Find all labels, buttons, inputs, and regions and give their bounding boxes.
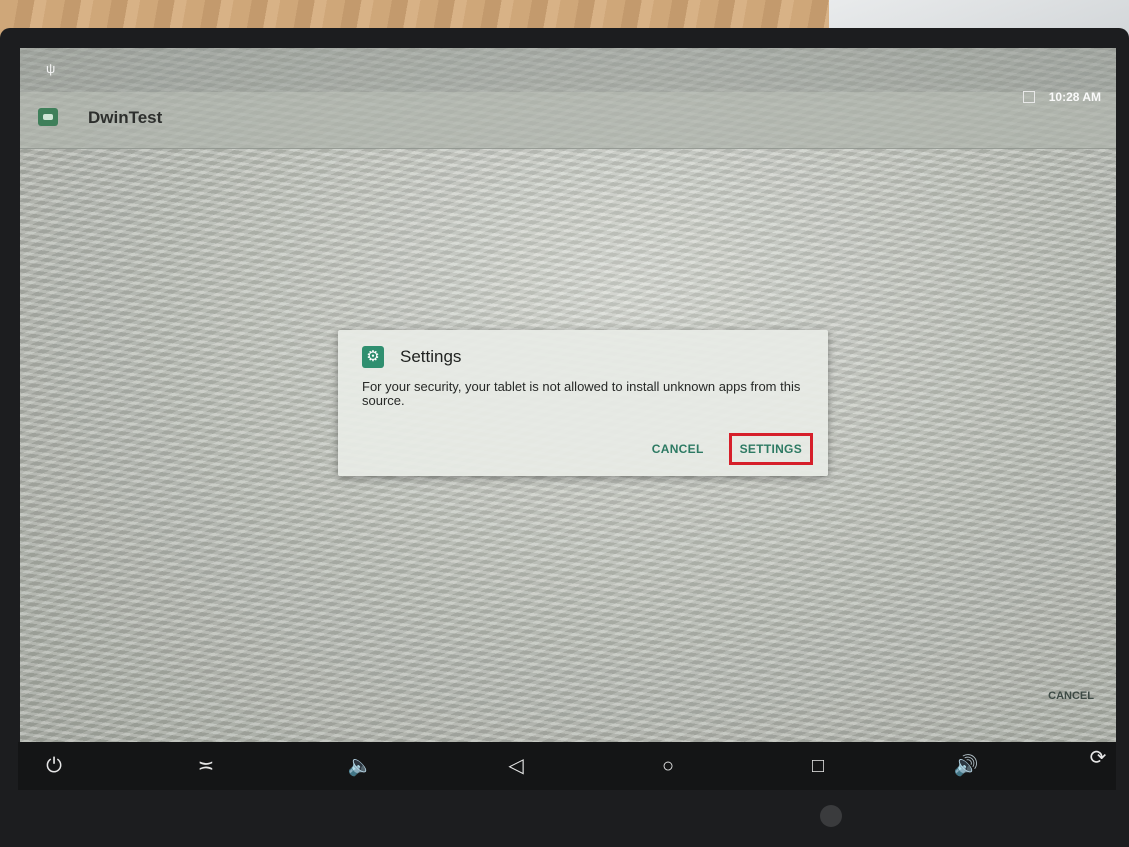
status-time: 10:28 AM	[1048, 90, 1101, 104]
hardware-home-button	[820, 805, 842, 827]
settings-gear-icon: ⚙	[362, 346, 384, 368]
settings-button[interactable]: SETTINGS	[728, 433, 814, 465]
sim-icon	[1022, 91, 1035, 103]
status-bar: ψ	[20, 48, 1116, 92]
home-icon[interactable]: ○	[654, 752, 682, 780]
dialog-actions: CANCEL SETTINGS	[644, 433, 814, 465]
dialog-message: For your security, your tablet is not al…	[362, 379, 801, 408]
dialog-title: Settings	[400, 347, 462, 366]
rotate-icon[interactable]: ⟳	[1084, 744, 1112, 772]
cancel-button[interactable]: CANCEL	[644, 436, 712, 462]
volume-up-icon[interactable]: 🔊	[952, 752, 980, 780]
background-cancel-button[interactable]: CANCEL	[1048, 690, 1094, 702]
unknown-apps-dialog: ⚙ Settings For your security, your table…	[338, 330, 828, 476]
app-bar: DwinTest	[20, 92, 1116, 149]
tablet-screen: ψ DwinTest ⚙ Settings For your security,…	[20, 48, 1116, 742]
recents-icon[interactable]: □	[804, 752, 832, 780]
status-right: 10:28 AM	[1022, 90, 1101, 104]
navigation-bar: ⏻ ≍ 🔈 ◁ ○ □ 🔊 ⟳	[18, 742, 1116, 790]
app-icon	[38, 108, 58, 126]
usb-icon: ψ	[46, 61, 56, 76]
back-icon[interactable]: ◁	[502, 752, 530, 780]
app-title: DwinTest	[88, 108, 163, 127]
collapse-icon[interactable]: ≍	[192, 752, 220, 780]
power-icon[interactable]: ⏻	[40, 752, 68, 780]
volume-down-icon[interactable]: 🔈	[346, 752, 374, 780]
